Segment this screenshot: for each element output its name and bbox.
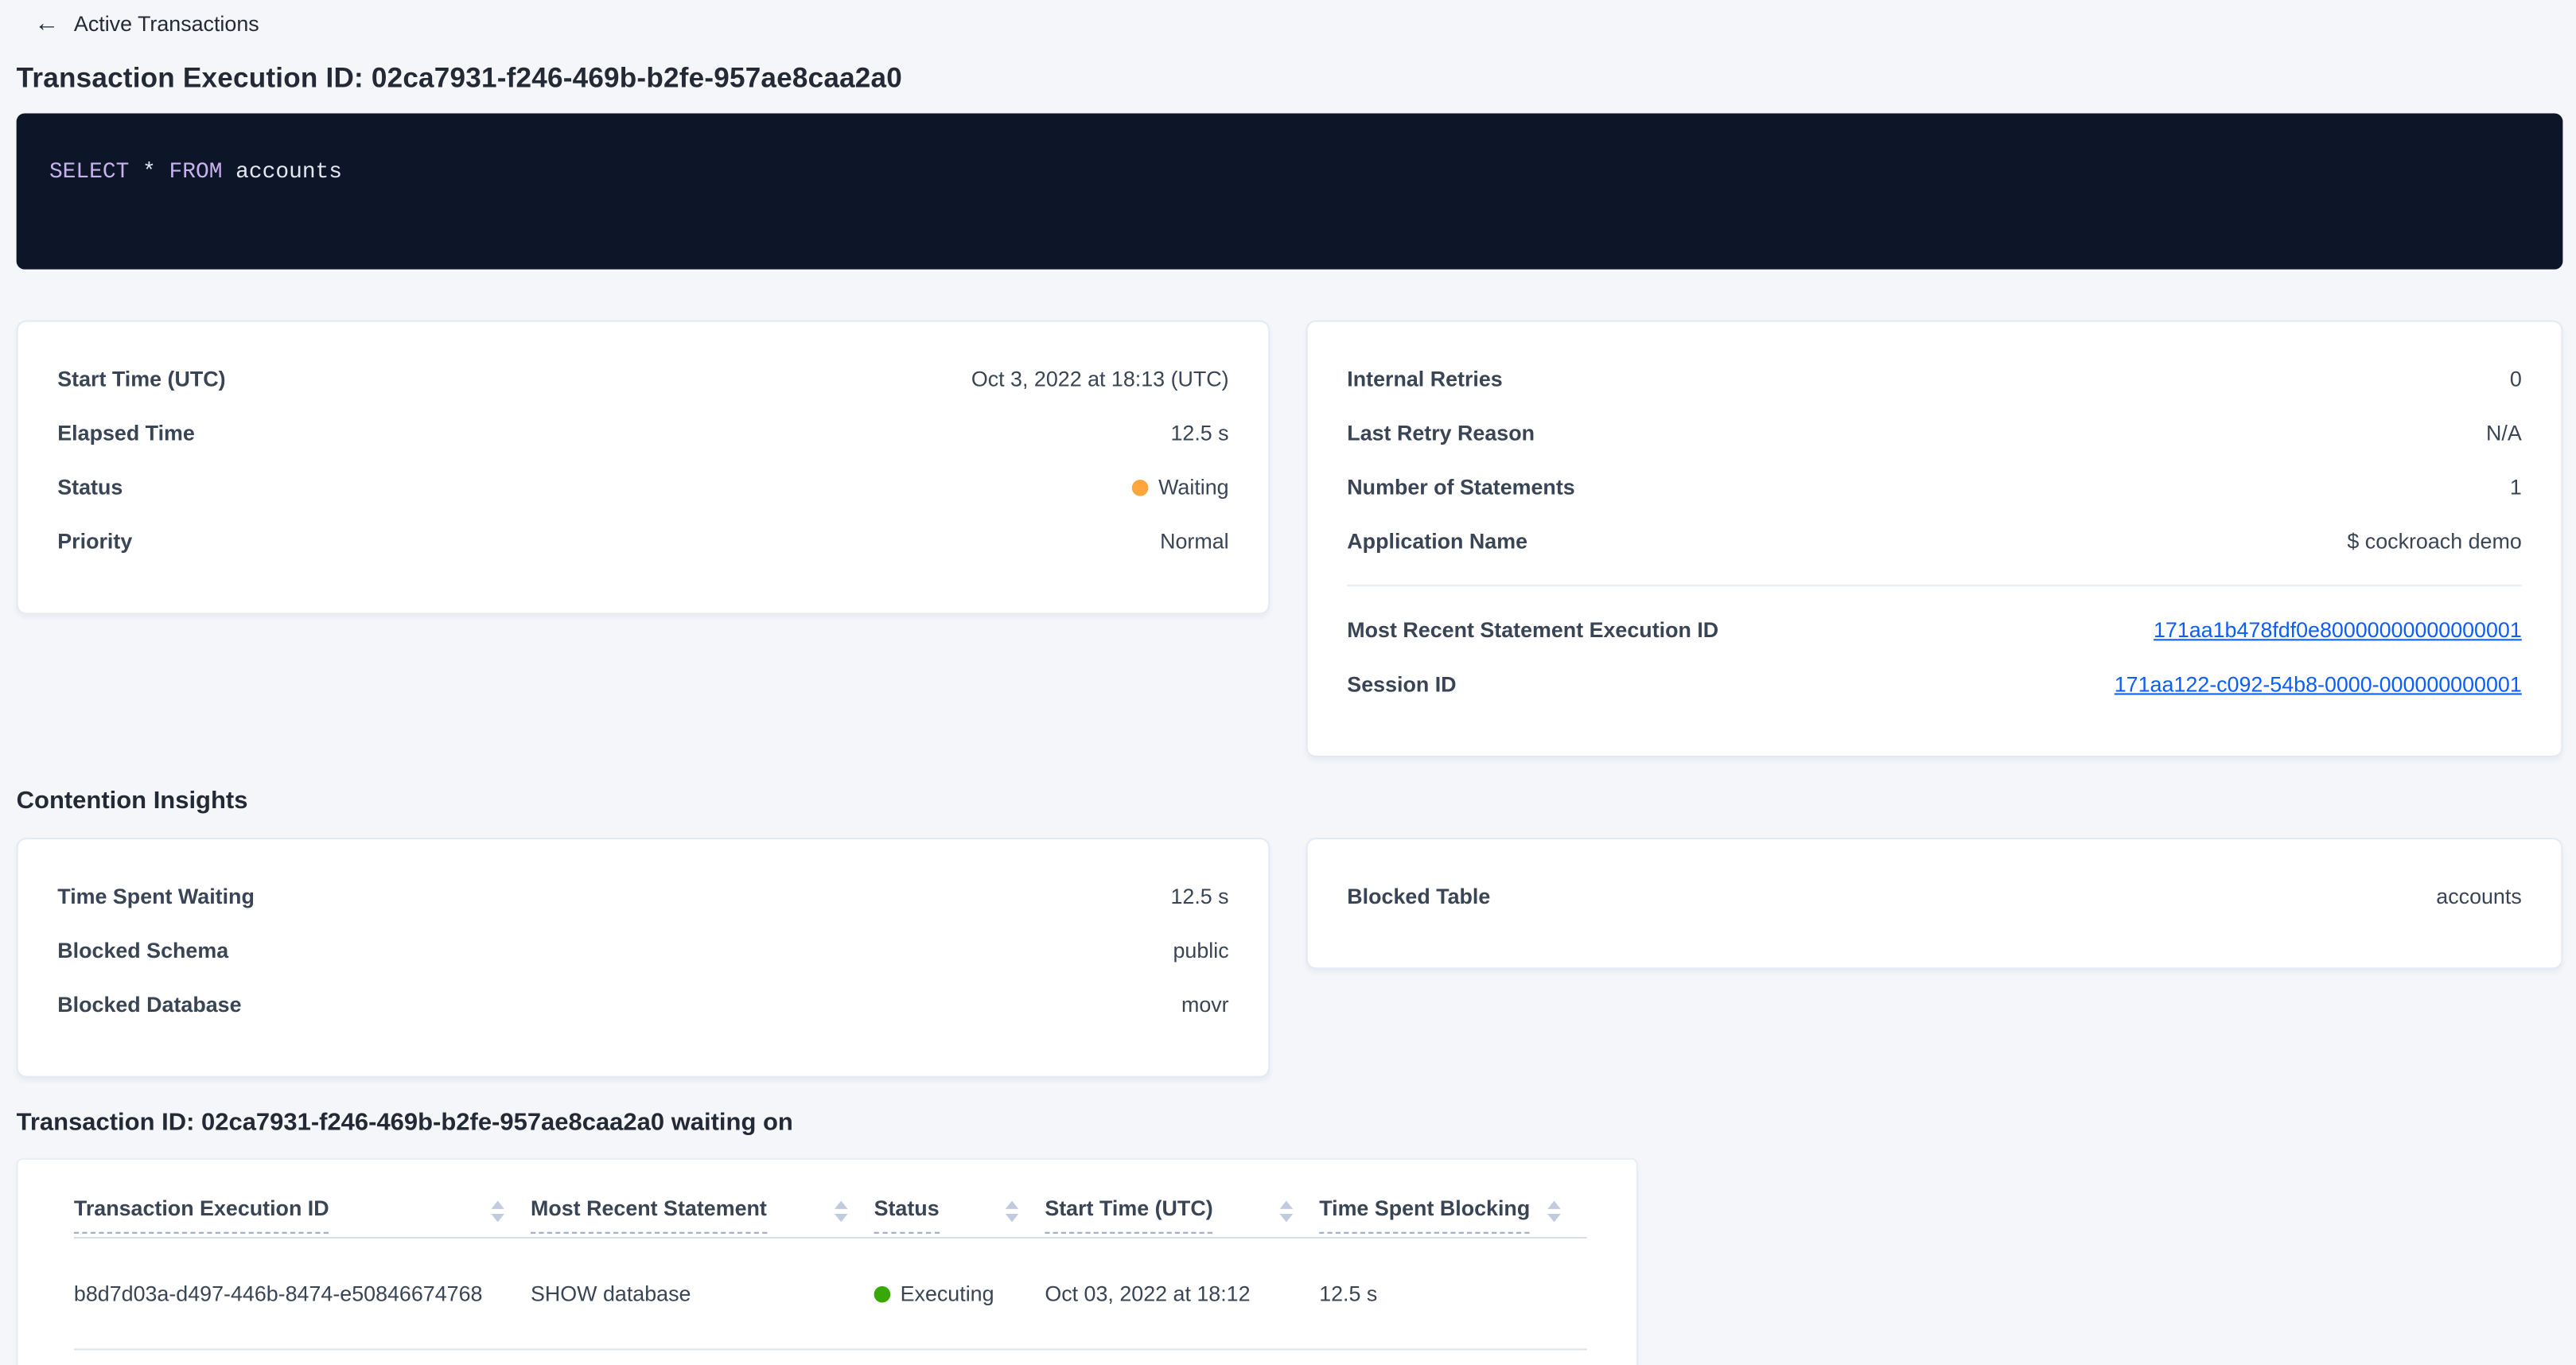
statement-execution-id-link[interactable]: 171aa1b478fdf0e80000000000000001 <box>2154 617 2522 642</box>
column-header-status[interactable]: Status <box>874 1196 1045 1233</box>
sql-from-keyword: FROM <box>169 161 223 185</box>
last-retry-reason-label: Last Retry Reason <box>1347 421 1535 445</box>
number-of-statements-value: 1 <box>2510 475 2522 500</box>
time-spent-waiting-label: Time Spent Waiting <box>57 884 255 908</box>
waiting-status-dot-icon <box>1132 479 1149 496</box>
field-row-last-retry-reason: Last Retry Reason N/A <box>1347 406 2521 460</box>
blocked-database-value: movr <box>1181 992 1229 1017</box>
transaction-details-page: ← Active Transactions Transaction Execut… <box>0 0 2576 1365</box>
back-link-label: Active Transactions <box>74 8 259 41</box>
contention-insights-heading: Contention Insights <box>17 785 2563 818</box>
field-row-blocked-database: Blocked Database movr <box>57 978 1228 1032</box>
waiting-on-heading: Transaction ID: 02ca7931-f246-469b-b2fe-… <box>17 1107 2563 1140</box>
status-label: Status <box>57 475 123 500</box>
column-label: Status <box>874 1196 940 1233</box>
field-row-time-spent-waiting: Time Spent Waiting 12.5 s <box>57 869 1228 923</box>
statement-execution-id-label: Most Recent Statement Execution ID <box>1347 617 1718 642</box>
time-spent-waiting-value: 12.5 s <box>1170 884 1228 908</box>
status-value: Waiting <box>1132 475 1229 500</box>
field-row-blocked-schema: Blocked Schema public <box>57 924 1228 978</box>
column-label: Most Recent Statement <box>531 1196 767 1233</box>
internal-retries-value: 0 <box>2510 366 2522 391</box>
priority-label: Priority <box>57 529 132 554</box>
start-time-value: Oct 3, 2022 at 18:13 (UTC) <box>971 366 1229 391</box>
waiting-transactions-table: Transaction Execution ID Most Recent Sta… <box>17 1158 1638 1365</box>
blocked-table-value: accounts <box>2436 884 2521 908</box>
status-text: Waiting <box>1158 475 1229 500</box>
session-id-label: Session ID <box>1347 672 1456 697</box>
contention-right-card: Blocked Table accounts <box>1306 838 2563 969</box>
blocked-schema-label: Blocked Schema <box>57 938 228 962</box>
column-label: Time Spent Blocking <box>1319 1196 1530 1233</box>
column-label: Transaction Execution ID <box>74 1196 329 1233</box>
internal-retries-label: Internal Retries <box>1347 366 1502 391</box>
field-row-internal-retries: Internal Retries 0 <box>1347 352 2521 406</box>
column-header-start-time[interactable]: Start Time (UTC) <box>1045 1196 1319 1233</box>
back-link[interactable]: ← Active Transactions <box>34 8 259 41</box>
cell-time-spent-blocking: 12.5 s <box>1319 1281 1587 1306</box>
table-row: b8d7d03a-d497-446b-8474-e50846674768 SHO… <box>74 1239 1587 1350</box>
application-name-label: Application Name <box>1347 529 1527 554</box>
status-text: Executing <box>901 1281 994 1306</box>
executing-status-dot-icon <box>874 1285 891 1302</box>
elapsed-time-value: 12.5 s <box>1170 421 1228 445</box>
column-header-transaction-execution-id[interactable]: Transaction Execution ID <box>74 1196 531 1233</box>
sql-asterisk: * <box>129 161 169 185</box>
contention-left-card: Time Spent Waiting 12.5 s Blocked Schema… <box>17 838 1270 1077</box>
cell-most-recent-statement: SHOW database <box>531 1281 874 1306</box>
start-time-label: Start Time (UTC) <box>57 366 225 391</box>
field-row-blocked-table: Blocked Table accounts <box>1347 869 2521 923</box>
field-row-elapsed-time: Elapsed Time 12.5 s <box>57 406 1228 460</box>
number-of-statements-label: Number of Statements <box>1347 475 1574 500</box>
sort-icon <box>1280 1201 1294 1223</box>
cell-status: Executing <box>874 1281 1045 1306</box>
column-label: Start Time (UTC) <box>1045 1196 1212 1233</box>
blocked-database-label: Blocked Database <box>57 992 241 1017</box>
sql-statement-box: SELECT * FROM accounts <box>17 113 2563 269</box>
sort-icon <box>1006 1201 1019 1223</box>
sort-icon <box>1547 1201 1561 1223</box>
last-retry-reason-value: N/A <box>2486 421 2522 445</box>
table-header-row: Transaction Execution ID Most Recent Sta… <box>74 1180 1587 1239</box>
page-title: Transaction Execution ID: 02ca7931-f246-… <box>17 59 2563 99</box>
summary-cards-row: Start Time (UTC) Oct 3, 2022 at 18:13 (U… <box>17 321 2563 757</box>
field-row-priority: Priority Normal <box>57 514 1228 568</box>
field-row-statement-execution-id: Most Recent Statement Execution ID 171aa… <box>1347 603 2521 657</box>
sql-statement: SELECT * FROM accounts <box>49 161 342 185</box>
blocked-table-label: Blocked Table <box>1347 884 1490 908</box>
card-divider <box>1347 585 2521 586</box>
field-row-start-time: Start Time (UTC) Oct 3, 2022 at 18:13 (U… <box>57 352 1228 406</box>
cell-start-time: Oct 03, 2022 at 18:12 <box>1045 1281 1319 1306</box>
back-arrow-icon: ← <box>34 8 59 41</box>
field-row-number-of-statements: Number of Statements 1 <box>1347 460 2521 514</box>
field-row-session-id: Session ID 171aa122-c092-54b8-0000-00000… <box>1347 657 2521 711</box>
blocked-schema-value: public <box>1173 938 1228 962</box>
overview-card: Start Time (UTC) Oct 3, 2022 at 18:13 (U… <box>17 321 1270 615</box>
priority-value: Normal <box>1160 529 1229 554</box>
session-id-link[interactable]: 171aa122-c092-54b8-0000-000000000001 <box>2115 672 2522 697</box>
column-header-time-spent-blocking[interactable]: Time Spent Blocking <box>1319 1196 1587 1233</box>
field-row-status: Status Waiting <box>57 460 1228 514</box>
sort-icon <box>491 1201 504 1223</box>
field-row-application-name: Application Name $ cockroach demo <box>1347 514 2521 568</box>
elapsed-time-label: Elapsed Time <box>57 421 195 445</box>
contention-cards-row: Time Spent Waiting 12.5 s Blocked Schema… <box>17 838 2563 1077</box>
application-name-value: $ cockroach demo <box>2347 529 2521 554</box>
sql-select-keyword: SELECT <box>49 161 129 185</box>
details-card: Internal Retries 0 Last Retry Reason N/A… <box>1306 321 2563 757</box>
sql-table-name: accounts <box>222 161 342 185</box>
cell-transaction-execution-id: b8d7d03a-d497-446b-8474-e50846674768 <box>74 1281 531 1306</box>
column-header-most-recent-statement[interactable]: Most Recent Statement <box>531 1196 874 1233</box>
sort-icon <box>835 1201 848 1223</box>
